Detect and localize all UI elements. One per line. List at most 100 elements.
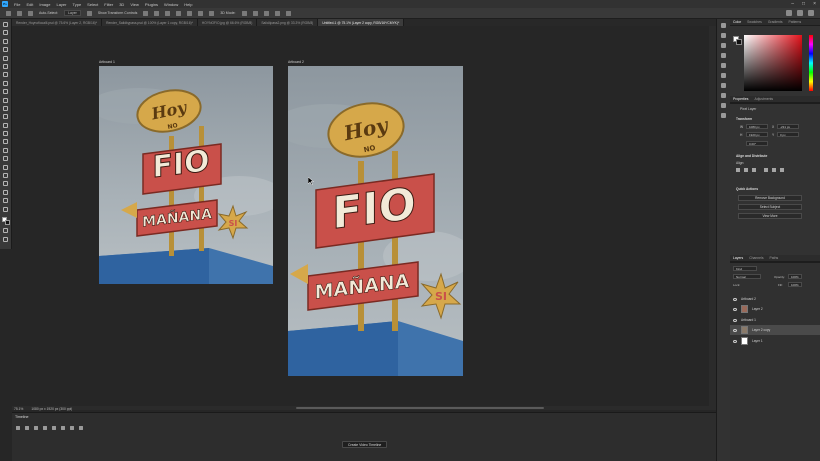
- background-color-icon[interactable]: [4, 219, 10, 225]
- artboard-1-label[interactable]: Artboard 1: [99, 60, 115, 64]
- select-subject-button[interactable]: Select Subject: [738, 204, 802, 210]
- hand-tool-icon[interactable]: [3, 189, 8, 195]
- horizontal-scrollbar[interactable]: [12, 406, 716, 410]
- eyedropper-tool-icon[interactable]: [3, 80, 8, 86]
- object-select-tool-icon[interactable]: [3, 55, 8, 61]
- checkbox-icon[interactable]: [86, 10, 92, 16]
- tab-document-1[interactable]: Render_Hoynofiocalli.psd @ 75.6% (Layer …: [12, 19, 103, 26]
- settings-icon[interactable]: [61, 426, 65, 430]
- workspace-icon[interactable]: [797, 10, 803, 16]
- menu-filter[interactable]: Filter: [104, 2, 113, 7]
- menu-select[interactable]: Select: [87, 2, 98, 7]
- tab-channels[interactable]: Channels: [749, 256, 763, 260]
- canvas-area[interactable]: Artboard 1 Hoy NO FIO MAÑANA SI Artboard…: [12, 26, 716, 406]
- transform-section-title[interactable]: Transform: [736, 117, 752, 121]
- timeline-title[interactable]: Timeline: [15, 415, 28, 419]
- 3d-scale-icon[interactable]: [285, 10, 291, 16]
- home-icon[interactable]: [6, 10, 11, 16]
- visibility-eye-icon[interactable]: [733, 297, 737, 301]
- tab-document-3[interactable]: HOYNOFIO.jpg @ 66.6% (RGB/8): [197, 19, 258, 26]
- x-field[interactable]: -231 px: [777, 124, 799, 129]
- align-top-icon[interactable]: [764, 168, 768, 172]
- align-vcenter-icon[interactable]: [772, 168, 776, 172]
- search-icon[interactable]: [786, 10, 792, 16]
- move-tool-icon[interactable]: [17, 10, 22, 16]
- split-icon[interactable]: [70, 426, 74, 430]
- adjustments-icon[interactable]: [721, 43, 726, 48]
- close-icon[interactable]: ×: [813, 1, 816, 7]
- transition-icon[interactable]: [79, 426, 83, 430]
- align-left-icon[interactable]: [143, 10, 149, 16]
- quick-actions-title[interactable]: Quick Actions: [736, 187, 758, 191]
- maximize-icon[interactable]: □: [802, 1, 805, 7]
- menu-layer[interactable]: Layer: [56, 2, 66, 7]
- healing-brush-icon[interactable]: [3, 89, 8, 95]
- history-icon[interactable]: [721, 23, 726, 28]
- align-hcenter-icon[interactable]: [744, 168, 748, 172]
- audio-icon[interactable]: [52, 426, 56, 430]
- more-options-icon[interactable]: [209, 10, 215, 16]
- view-more-button[interactable]: View More: [738, 213, 802, 219]
- zoom-tool-icon[interactable]: [3, 198, 8, 204]
- show-transform-label[interactable]: Show Transform Controls: [98, 11, 138, 15]
- checkbox-icon[interactable]: [28, 10, 33, 16]
- gradient-tool-icon[interactable]: [3, 131, 8, 137]
- quick-mask-icon[interactable]: [3, 228, 8, 234]
- tab-layers[interactable]: Layers: [733, 256, 743, 260]
- tab-patterns[interactable]: Patterns: [789, 20, 802, 24]
- libraries-icon[interactable]: [721, 93, 726, 98]
- menu-type[interactable]: Type: [73, 2, 82, 7]
- menu-view[interactable]: View: [130, 2, 139, 7]
- next-frame-icon[interactable]: [43, 426, 47, 430]
- brush-settings-icon[interactable]: [721, 53, 726, 58]
- dodge-tool-icon[interactable]: [3, 147, 8, 153]
- 3d-roll-icon[interactable]: [252, 10, 258, 16]
- tab-color[interactable]: Color: [733, 20, 741, 24]
- photoshop-logo-icon[interactable]: Ps: [2, 1, 8, 7]
- menu-help[interactable]: Help: [184, 2, 192, 7]
- brush-tool-icon[interactable]: [3, 97, 8, 103]
- lasso-tool-icon[interactable]: [3, 47, 8, 53]
- glyphs-icon[interactable]: [721, 83, 726, 88]
- tab-document-4[interactable]: Salid4pass2.png @ 33.3% (RGB/8): [257, 19, 319, 26]
- align-section-title[interactable]: Align and Distribute: [736, 154, 767, 158]
- path-select-icon[interactable]: [3, 173, 8, 179]
- type-tool-icon[interactable]: [3, 164, 8, 170]
- color-swatches[interactable]: [1, 216, 10, 225]
- angle-field[interactable]: 0.00°: [746, 141, 768, 146]
- layer-row-layer-2[interactable]: Layer 2: [730, 304, 820, 314]
- 3d-orbit-icon[interactable]: [241, 10, 247, 16]
- fill-field[interactable]: 100%: [788, 282, 802, 287]
- share-icon[interactable]: [808, 10, 814, 16]
- align-right-icon[interactable]: [752, 168, 756, 172]
- visibility-eye-icon[interactable]: [733, 318, 737, 322]
- tab-swatches[interactable]: Swatches: [747, 20, 762, 24]
- scrollbar-thumb[interactable]: [296, 407, 544, 409]
- remove-background-button[interactable]: Remove Background: [738, 195, 802, 201]
- screen-mode-icon[interactable]: [3, 236, 8, 242]
- blur-tool-icon[interactable]: [3, 139, 8, 145]
- width-field[interactable]: 1080 px: [746, 124, 768, 129]
- layer-row-layer-1[interactable]: Layer 1: [730, 336, 820, 346]
- height-field[interactable]: 1920 px: [746, 132, 768, 137]
- opacity-field[interactable]: 100%: [788, 274, 802, 279]
- color-picker-field[interactable]: [744, 35, 802, 91]
- 3d-slide-icon[interactable]: [274, 10, 280, 16]
- menu-file[interactable]: File: [14, 2, 20, 7]
- frame-tool-icon[interactable]: [3, 72, 8, 78]
- tab-gradients[interactable]: Gradients: [768, 20, 783, 24]
- menu-image[interactable]: Image: [39, 2, 50, 7]
- align-top-icon[interactable]: [176, 10, 182, 16]
- tab-adjustments[interactable]: Adjustments: [754, 97, 773, 101]
- tab-properties[interactable]: Properties: [733, 97, 748, 101]
- artboard-2-label[interactable]: Artboard 2: [288, 60, 304, 64]
- info-icon[interactable]: [721, 103, 726, 108]
- align-bottom-icon[interactable]: [198, 10, 204, 16]
- eraser-tool-icon[interactable]: [3, 122, 8, 128]
- zoom-level[interactable]: 75.1%: [14, 407, 23, 411]
- visibility-eye-icon[interactable]: [733, 307, 737, 311]
- tab-paths[interactable]: Paths: [770, 256, 779, 260]
- character-icon[interactable]: [721, 63, 726, 68]
- crop-tool-icon[interactable]: [3, 63, 8, 69]
- menu-plugins[interactable]: Plugins: [145, 2, 158, 7]
